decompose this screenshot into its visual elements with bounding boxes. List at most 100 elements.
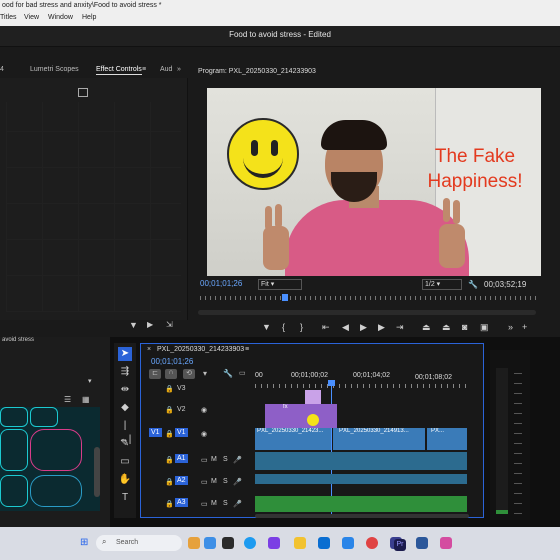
track-select-icon[interactable]: ⇶ (118, 365, 132, 379)
wrench-icon[interactable]: 🔧 (468, 280, 478, 289)
mute-icon[interactable]: ▭ (201, 500, 208, 508)
tab-lumetri-scopes[interactable]: Lumetri Scopes (30, 66, 79, 73)
windows-start-icon[interactable]: ⊞ (80, 537, 88, 548)
tab-number[interactable]: 4 (0, 66, 4, 73)
menu-window[interactable]: Window (48, 14, 73, 21)
track-a3-s[interactable]: S (223, 500, 228, 507)
track-a1-label[interactable]: A1 (175, 454, 188, 463)
hamburger-icon[interactable]: ≡ (142, 66, 146, 73)
track-a1-m[interactable]: M (211, 456, 217, 463)
photos-icon[interactable] (342, 537, 354, 549)
panel-toggle-icon[interactable] (78, 88, 88, 97)
edge-icon[interactable] (244, 537, 256, 549)
step-back-icon[interactable]: ◀ (342, 322, 349, 333)
icon-view-icon[interactable]: ▦ (82, 395, 90, 404)
ripple-edit-icon[interactable]: ⇹ (118, 383, 132, 397)
eye-icon[interactable]: ◉ (201, 406, 207, 414)
selection-tool-icon[interactable]: ➤ (118, 347, 132, 361)
extract-icon[interactable]: ⏏ (442, 322, 451, 333)
button-editor-icon[interactable]: » (508, 322, 513, 332)
step-forward-icon[interactable]: ▶ (378, 322, 385, 333)
timeline-scrollbar[interactable] (255, 514, 469, 518)
export-icon[interactable]: ⇲ (166, 320, 173, 329)
a1-clip[interactable] (255, 452, 467, 470)
more-tabs-icon[interactable]: » (177, 66, 181, 73)
timeline-ruler[interactable] (255, 384, 469, 388)
track-a2-m[interactable]: M (211, 478, 217, 485)
v1-clip-b[interactable]: PXL_20250330_214913... (333, 428, 425, 450)
sequence-name[interactable]: PXL_20250330_214233903 (157, 346, 244, 353)
playhead-marker[interactable] (282, 294, 288, 301)
microphone-icon[interactable]: 🎤 (233, 478, 242, 486)
filter-icon[interactable]: ▼ (129, 320, 138, 330)
mark-in-icon[interactable]: { (282, 322, 285, 332)
mute-icon[interactable]: ▭ (201, 478, 208, 486)
chevron-down-icon[interactable]: ▾ (88, 377, 92, 385)
taskbar-search-box[interactable]: ⌕ Search (96, 535, 182, 551)
track-a2-s[interactable]: S (223, 478, 228, 485)
nest-icon[interactable]: ⊏ (149, 369, 161, 379)
app-icon-1[interactable] (204, 537, 216, 549)
eye-icon[interactable]: ◉ (201, 430, 207, 438)
play-only-icon[interactable]: ▶ (147, 320, 153, 329)
lock-icon[interactable]: 🔒 (165, 406, 174, 414)
track-v2-label[interactable]: V2 (177, 406, 186, 413)
go-to-in-icon[interactable]: ⇤ (322, 322, 330, 333)
hamburger-icon[interactable]: ≡ (245, 346, 249, 353)
mute-icon[interactable]: ▭ (201, 456, 208, 464)
timeline-timecode[interactable]: 00;01;01;26 (151, 357, 193, 366)
resolution-dropdown[interactable]: 1/2 ▾ (422, 279, 462, 290)
play-icon[interactable]: ▶ (360, 322, 367, 333)
menu-help[interactable]: Help (82, 14, 96, 21)
lift-icon[interactable]: ⏏ (422, 322, 431, 333)
copilot-icon[interactable] (268, 537, 280, 549)
captions-icon[interactable]: ▭ (239, 369, 246, 377)
program-timecode[interactable]: 00;01;01;26 (200, 279, 242, 288)
word-icon[interactable] (416, 537, 428, 549)
slip-tool-icon[interactable]: |↔| (118, 419, 132, 445)
chrome-icon[interactable] (366, 537, 378, 549)
camera-icon[interactable]: ◙ (462, 322, 467, 332)
track-a3-label[interactable]: A3 (175, 498, 188, 507)
lock-icon[interactable]: 🔒 (165, 500, 174, 508)
tab-effect-controls[interactable]: Effect Controls (96, 66, 142, 75)
linked-selection-icon[interactable]: ⟲ (183, 369, 195, 379)
snap-icon[interactable]: ∩ (165, 369, 177, 379)
microphone-icon[interactable]: 🎤 (233, 456, 242, 464)
lock-icon[interactable]: 🔒 (165, 478, 174, 486)
mark-out-icon[interactable]: } (300, 322, 303, 332)
v2-clip[interactable]: fx (265, 404, 337, 428)
rectangle-tool-icon[interactable]: ▭ (118, 455, 132, 469)
widgets-icon[interactable] (188, 537, 200, 549)
lock-icon[interactable]: 🔒 (165, 430, 174, 438)
razor-tool-icon[interactable]: ◆ (118, 401, 132, 415)
type-tool-icon[interactable]: T (118, 491, 132, 505)
hand-tool-icon[interactable]: ✋ (118, 473, 132, 487)
pen-tool-icon[interactable]: ✎ (118, 437, 132, 451)
track-a1-s[interactable]: S (223, 456, 228, 463)
project-scrollbar[interactable] (94, 447, 100, 497)
go-to-out-icon[interactable]: ⇥ (396, 322, 404, 333)
file-explorer-icon[interactable] (294, 537, 306, 549)
comparison-icon[interactable]: ▣ (480, 322, 489, 333)
task-view-icon[interactable] (222, 537, 234, 549)
list-view-icon[interactable]: ☰ (64, 395, 71, 404)
settings-wrench-icon[interactable]: 🔧 (223, 369, 233, 378)
tab-audio[interactable]: Aud (160, 66, 172, 73)
menu-titles[interactable]: Titles (0, 14, 16, 21)
close-icon[interactable]: × (147, 346, 151, 353)
track-a2-label[interactable]: A2 (175, 476, 188, 485)
fit-dropdown[interactable]: Fit ▾ (258, 279, 302, 290)
track-v3-label[interactable]: V3 (177, 385, 186, 392)
add-button-icon[interactable]: + (522, 322, 527, 332)
lock-icon[interactable]: 🔒 (165, 385, 174, 393)
app-icon-3[interactable] (440, 537, 452, 549)
premiere-pro-icon[interactable]: Pr (394, 539, 406, 551)
menu-view[interactable]: View (24, 14, 39, 21)
track-a3-m[interactable]: M (211, 500, 217, 507)
lock-icon[interactable]: 🔒 (165, 456, 174, 464)
v1-clip-a[interactable]: PXL_20250330_21423... (255, 428, 331, 450)
v1-clip-c[interactable]: PX... (427, 428, 467, 450)
monitor-ruler[interactable] (200, 296, 536, 300)
store-icon[interactable] (318, 537, 330, 549)
